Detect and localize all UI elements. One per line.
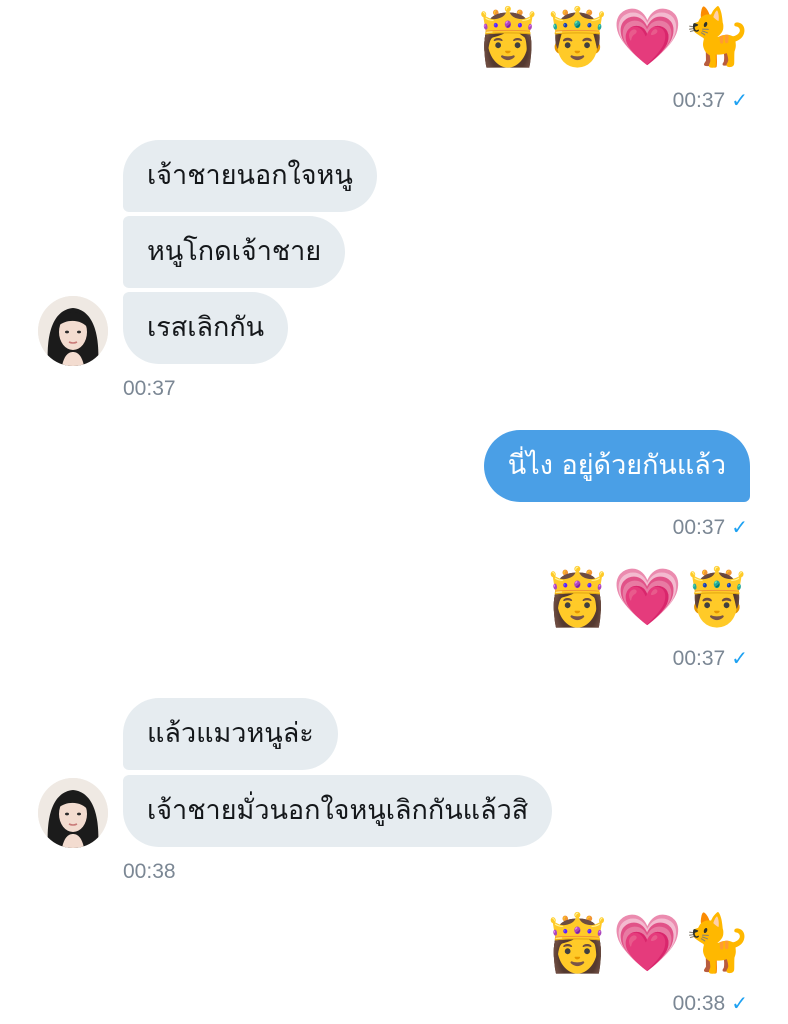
timestamp: 00:37 (672, 516, 726, 539)
message-meta: 00:37 ✓ (673, 88, 748, 113)
read-check-icon: ✓ (731, 648, 748, 670)
message-meta: 00:38 ✓ (673, 991, 748, 1016)
timestamp: 00:38 (672, 992, 726, 1015)
outgoing-emoji-message[interactable]: 👸💗🤴 (543, 566, 752, 630)
avatar-icon[interactable] (38, 778, 108, 848)
avatar-image (38, 296, 108, 366)
read-check-icon: ✓ (731, 90, 748, 112)
timestamp: 00:38 (123, 860, 176, 883)
avatar-image (38, 778, 108, 848)
outgoing-emoji-message[interactable]: 👸🤴💗🐈 (473, 6, 752, 70)
read-check-icon: ✓ (731, 993, 748, 1015)
avatar-icon[interactable] (38, 296, 108, 366)
timestamp: 00:37 (672, 647, 726, 670)
incoming-message-bubble[interactable]: เจ้าชายมั่วนอกใจหนูเลิกกันแล้วสิ (123, 775, 553, 847)
read-check-icon: ✓ (731, 517, 748, 539)
outgoing-message-bubble[interactable]: นี่ไง อยู่ด้วยกันแล้ว (483, 430, 750, 502)
message-meta: 00:37 ✓ (673, 646, 748, 671)
incoming-message-bubble[interactable]: เจ้าชายนอกใจหนู (123, 140, 377, 212)
message-meta: 00:37 (123, 377, 176, 401)
chat-conversation: 👸🤴💗🐈 00:37 ✓ เจ้าชายนอกใจหนู หนูโกดเจ้าชา… (0, 0, 788, 1024)
message-meta: 00:38 (123, 860, 176, 884)
incoming-message-bubble[interactable]: เรสเลิกกัน (123, 292, 289, 364)
outgoing-emoji-message[interactable]: 👸💗🐈 (543, 912, 752, 976)
timestamp: 00:37 (672, 89, 726, 112)
message-meta: 00:37 ✓ (673, 515, 748, 540)
timestamp: 00:37 (123, 377, 176, 400)
incoming-message-bubble[interactable]: แล้วแมวหนูล่ะ (123, 698, 338, 770)
incoming-message-bubble[interactable]: หนูโกดเจ้าชาย (123, 216, 346, 288)
